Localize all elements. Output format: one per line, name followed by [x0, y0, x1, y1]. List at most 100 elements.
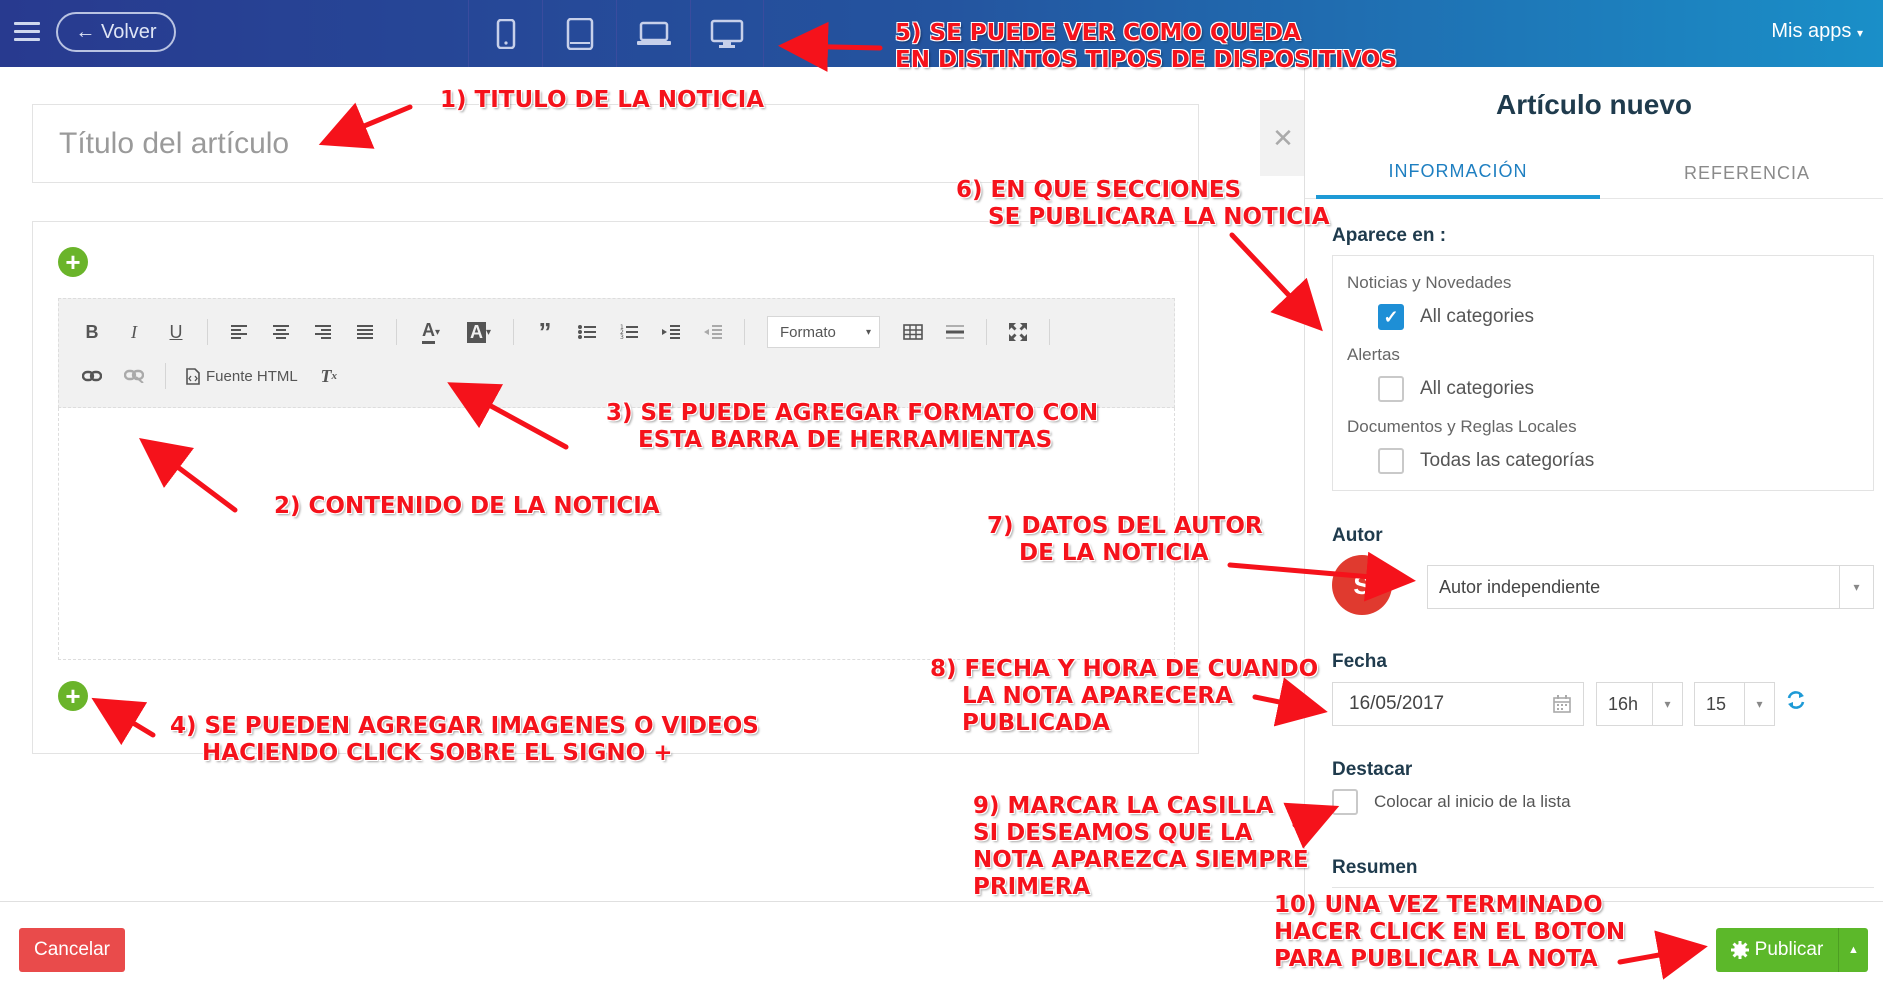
info-panel: Artículo nuevo INFORMACIÓN REFERENCIA Ap… — [1304, 67, 1883, 901]
group-name: Alertas — [1347, 345, 1400, 364]
fullscreen-icon[interactable] — [997, 316, 1039, 348]
tablet-icon[interactable] — [542, 0, 616, 67]
panel-tabs: INFORMACIÓN REFERENCIA — [1305, 147, 1883, 199]
horizontal-rule-icon[interactable] — [934, 316, 976, 348]
menu-icon[interactable] — [14, 22, 40, 44]
blockquote-icon[interactable]: ” — [524, 316, 566, 348]
justify-icon[interactable] — [344, 316, 386, 348]
author-value: Autor independiente — [1439, 576, 1601, 597]
add-block-bottom-icon[interactable]: + — [58, 681, 88, 711]
app-root: ← Volver Mis apps ▾ Título del artículo … — [0, 0, 1883, 988]
checkbox-unchecked[interactable] — [1332, 789, 1358, 815]
caret-down-icon: ▾ — [1839, 566, 1873, 608]
phone-icon[interactable] — [468, 0, 542, 67]
annotation-7: 7) DATOS DEL AUTOR DE LA NOTICIA — [987, 513, 1263, 566]
title-placeholder: Título del artículo — [59, 126, 290, 160]
html-source-button[interactable]: Fuente HTML — [176, 368, 308, 385]
background-color-icon[interactable]: A ▾ — [455, 316, 503, 348]
featured-option[interactable]: Colocar al inicio de la lista — [1332, 789, 1571, 815]
checkbox-unchecked[interactable] — [1378, 376, 1404, 402]
panel-title: Artículo nuevo — [1495, 89, 1692, 120]
publish-label: Publicar — [1754, 939, 1824, 960]
featured-label: Destacar — [1332, 759, 1413, 780]
caret-down-icon: ▾ — [865, 326, 871, 338]
tab-informacion[interactable]: INFORMACIÓN — [1316, 147, 1600, 199]
option-label: Todas las categorías — [1420, 450, 1595, 471]
avatar: S — [1332, 555, 1392, 615]
date-value: 16/05/2017 — [1349, 693, 1445, 714]
publish-button[interactable]: Publicar ▲ — [1716, 928, 1868, 972]
hour-select[interactable]: 16h ▾ — [1596, 682, 1683, 726]
italic-icon[interactable]: I — [113, 316, 155, 348]
unlink-icon[interactable] — [113, 360, 155, 392]
bullet-list-icon[interactable] — [566, 316, 608, 348]
caret-down-icon: ▾ — [1856, 26, 1863, 40]
align-center-icon[interactable] — [260, 316, 302, 348]
summary-label: Resumen — [1332, 857, 1418, 878]
group-name: Documentos y Reglas Locales — [1347, 417, 1577, 436]
caret-down-icon: ▾ — [1652, 683, 1682, 725]
date-label: Fecha — [1332, 651, 1387, 672]
format-select[interactable]: Formato ▾ — [767, 316, 880, 348]
clear-format-icon[interactable]: Tx — [308, 360, 350, 392]
table-icon[interactable] — [892, 316, 934, 348]
checkbox-unchecked[interactable] — [1378, 448, 1404, 474]
annotation-3: 3) SE PUEDE AGREGAR FORMATO CON ESTA BAR… — [606, 400, 1099, 453]
refresh-icon[interactable] — [1785, 689, 1807, 718]
align-left-icon[interactable] — [218, 316, 260, 348]
format-toolbar: B I U A ▾ A ▾ ” 123 Formato ▾ Fuente HTM… — [58, 298, 1175, 408]
back-button[interactable]: ← Volver — [56, 12, 176, 52]
laptop-icon[interactable] — [616, 0, 690, 67]
outdent-icon[interactable] — [692, 316, 734, 348]
add-block-top-icon[interactable]: + — [58, 247, 88, 277]
option-label: All categories — [1420, 378, 1535, 399]
article-title-input[interactable]: Título del artículo — [32, 104, 1199, 183]
option-label: All categories — [1420, 306, 1535, 327]
annotation-6: 6) EN QUE SECCIONES SE PUBLICARA LA NOTI… — [956, 177, 1330, 230]
align-right-icon[interactable] — [302, 316, 344, 348]
minute-value: 15 — [1706, 693, 1727, 714]
annotation-8: 8) FECHA Y HORA DE CUANDO LA NOTA APAREC… — [930, 656, 1319, 736]
publish-main[interactable]: Publicar — [1716, 939, 1838, 961]
checkbox-checked[interactable]: ✓ — [1378, 304, 1404, 330]
section-option[interactable]: All categories — [1378, 376, 1534, 402]
annotation-1: 1) TITULO DE LA NOTICIA — [440, 87, 765, 113]
html-source-label: Fuente HTML — [206, 367, 298, 385]
bold-icon[interactable]: B — [71, 316, 113, 348]
sections-list: Noticias y Novedades ✓ All categories Al… — [1332, 255, 1874, 491]
author-label: Autor — [1332, 525, 1383, 546]
hour-value: 16h — [1608, 693, 1639, 714]
format-select-label: Formato — [780, 323, 836, 341]
underline-icon[interactable]: U — [155, 316, 197, 348]
caret-down-icon: ▾ — [1744, 683, 1774, 725]
featured-option-label: Colocar al inicio de la lista — [1374, 792, 1571, 811]
minute-select[interactable]: 15 ▾ — [1694, 682, 1775, 726]
author-select[interactable]: Autor independiente ▾ — [1427, 565, 1874, 609]
section-option[interactable]: Todas las categorías — [1378, 448, 1594, 474]
annotation-2: 2) CONTENIDO DE LA NOTICIA — [274, 493, 660, 519]
close-icon[interactable]: ✕ — [1260, 100, 1306, 176]
text-color-icon[interactable]: A ▾ — [407, 316, 455, 348]
calendar-icon[interactable] — [1553, 695, 1571, 713]
tab-referencia[interactable]: REFERENCIA — [1610, 147, 1883, 199]
file-code-icon — [186, 367, 200, 385]
group-name: Noticias y Novedades — [1347, 273, 1512, 292]
annotation-4: 4) SE PUEDEN AGREGAR IMAGENES O VIDEOS H… — [170, 713, 759, 766]
publish-gear-icon — [1730, 941, 1749, 959]
appears-in-label: Aparece en : — [1332, 225, 1447, 246]
annotation-9: 9) MARCAR LA CASILLA SI DESEAMOS QUE LA … — [973, 793, 1309, 900]
numbered-list-icon[interactable]: 123 — [608, 316, 650, 348]
svg-text:3: 3 — [620, 334, 624, 340]
caret-up-icon[interactable]: ▲ — [1838, 928, 1868, 972]
date-input[interactable]: 16/05/2017 — [1332, 682, 1584, 726]
annotation-5: 5) SE PUEDE VER COMO QUEDA EN DISTINTOS … — [895, 20, 1398, 73]
summary-field[interactable] — [1332, 887, 1874, 888]
indent-icon[interactable] — [650, 316, 692, 348]
desktop-icon[interactable] — [690, 0, 764, 67]
annotation-10: 10) UNA VEZ TERMINADO HACER CLICK EN EL … — [1274, 892, 1626, 972]
apps-menu[interactable]: Mis apps ▾ — [1771, 20, 1863, 43]
cancel-button[interactable]: Cancelar — [19, 928, 125, 972]
link-icon[interactable] — [71, 360, 113, 392]
section-option[interactable]: ✓ All categories — [1378, 304, 1534, 330]
apps-label: Mis apps — [1771, 20, 1852, 42]
